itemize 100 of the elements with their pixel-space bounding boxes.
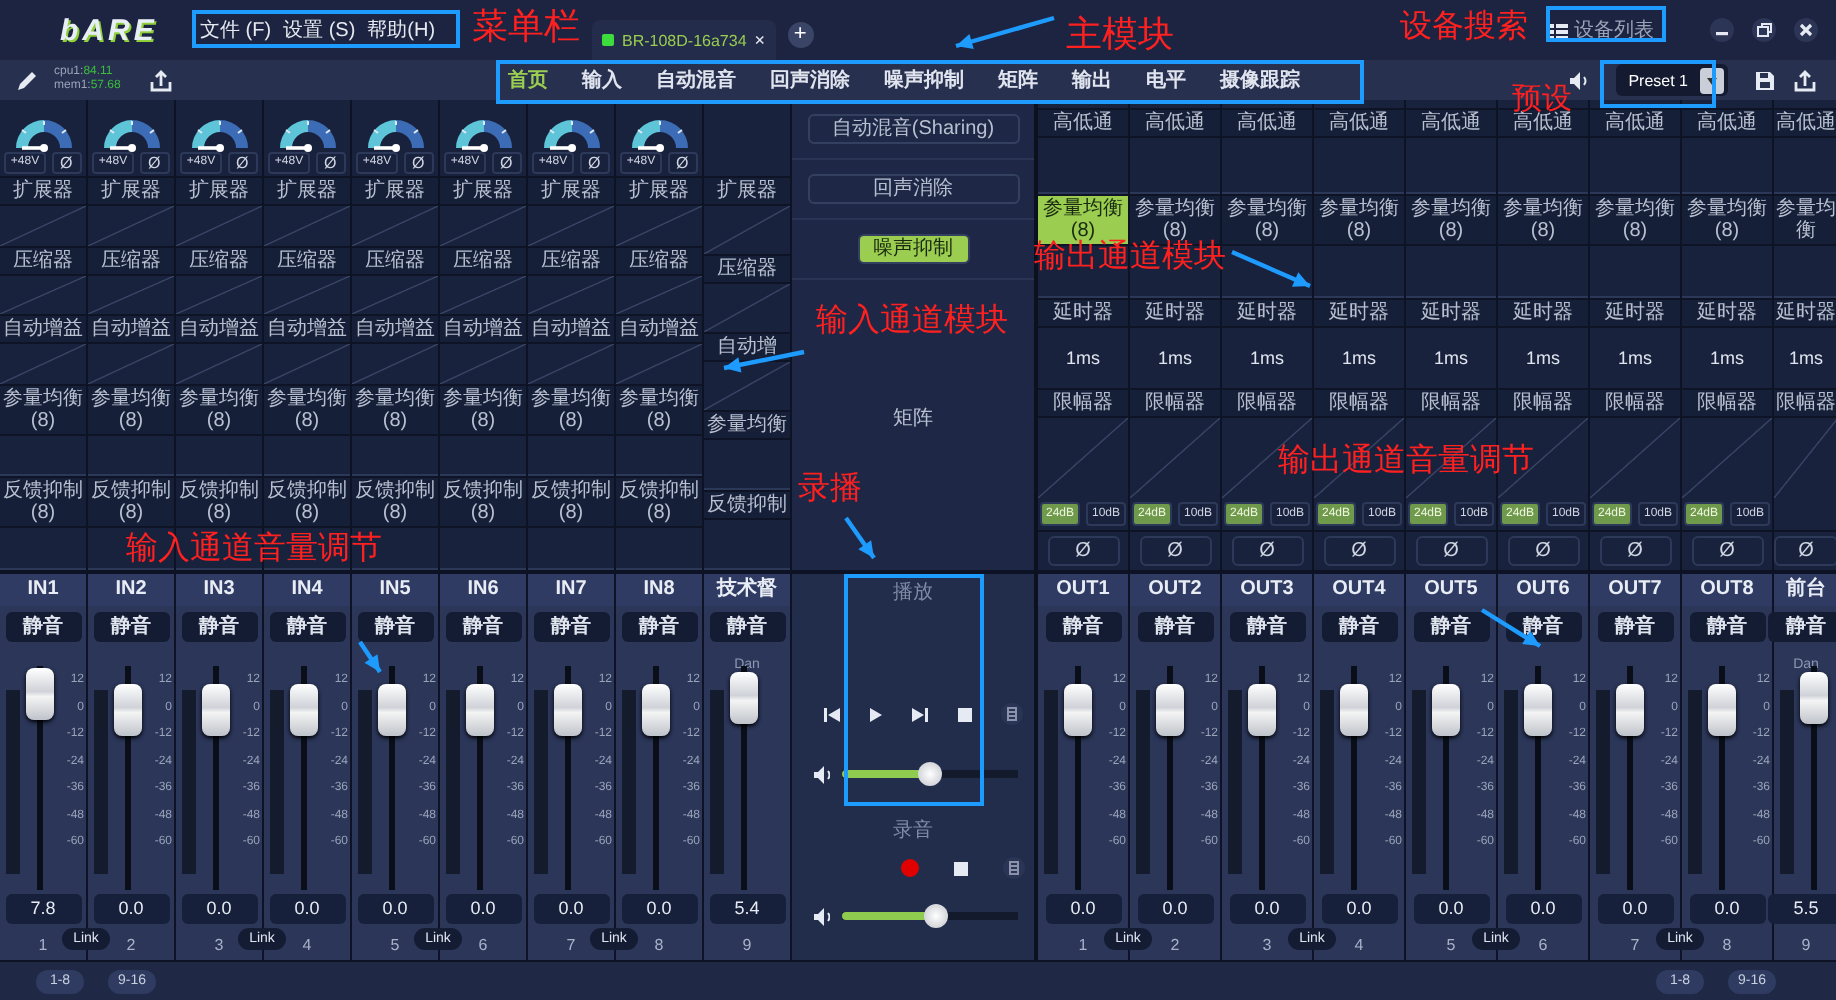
gain-value[interactable]: 0.0 — [269, 894, 345, 924]
module-label[interactable]: 参量均衡(8) — [88, 383, 174, 436]
device-list-button[interactable]: 设备列表 — [1542, 12, 1662, 48]
nav-tab[interactable]: 回声消除 — [770, 66, 850, 94]
mute-button[interactable]: 静音 — [1597, 612, 1673, 642]
gain-value[interactable]: 0.0 — [1137, 894, 1213, 924]
record-icon[interactable] — [900, 858, 920, 878]
fader-track[interactable] — [1798, 666, 1830, 890]
module-label[interactable]: 反馈抑制(8) — [352, 476, 438, 529]
module-label[interactable]: 参量均衡(8) — [440, 383, 526, 436]
module-label[interactable]: 限幅器 — [1130, 388, 1220, 418]
fader-knob[interactable] — [378, 683, 406, 736]
module-label[interactable]: 延时器 — [1498, 298, 1588, 328]
module-label[interactable]: 参量均衡(8) — [264, 383, 350, 436]
delay-value[interactable]: 1ms — [1314, 328, 1404, 388]
delay-value[interactable]: 1ms — [1774, 328, 1836, 388]
pencil-icon[interactable] — [16, 69, 38, 91]
next-icon[interactable] — [912, 705, 930, 723]
gain-value[interactable]: 0.0 — [1045, 894, 1121, 924]
module-label[interactable]: 压缩器 — [176, 245, 262, 276]
mute-button[interactable]: 静音 — [1045, 612, 1121, 642]
fader-knob[interactable] — [1340, 683, 1368, 736]
module-label[interactable]: 扩展器 — [616, 176, 702, 206]
speaker-icon[interactable] — [812, 763, 830, 785]
gain-value[interactable]: 0.0 — [621, 894, 697, 924]
mute-button[interactable]: 静音 — [709, 612, 785, 642]
module-label[interactable]: 反馈抑制(8) — [176, 476, 262, 529]
phase-button[interactable]: Ø — [579, 152, 610, 174]
module-label[interactable]: 参量均衡(8) — [352, 383, 438, 436]
phase-button[interactable]: Ø — [1047, 536, 1119, 566]
module-label[interactable]: 参量均衡(8) — [616, 383, 702, 436]
fader-knob[interactable] — [26, 667, 54, 720]
fader-knob[interactable] — [1064, 683, 1092, 736]
nav-tab[interactable]: 摄像跟踪 — [1220, 66, 1300, 94]
fader-knob[interactable] — [114, 683, 142, 736]
module-label[interactable]: 自动增益 — [88, 314, 174, 345]
phase-button[interactable]: Ø — [227, 152, 258, 174]
module-label[interactable]: 高低通 — [1590, 108, 1680, 138]
nav-tab[interactable]: 矩阵 — [998, 66, 1038, 94]
module-label[interactable]: 反馈抑制(8) — [616, 476, 702, 529]
fader-knob[interactable] — [1800, 672, 1828, 725]
gain-value[interactable]: 0.0 — [1321, 894, 1397, 924]
module-label[interactable]: 自动增益 — [440, 314, 526, 345]
phase-button[interactable]: Ø — [403, 152, 434, 174]
eq-button[interactable]: 参量均衡(8) — [1682, 194, 1772, 246]
module-label[interactable]: 参量均衡(8) — [0, 383, 86, 436]
module-label[interactable]: 自动增益 — [528, 314, 614, 345]
fader-knob[interactable] — [1156, 683, 1184, 736]
module-label[interactable]: 限幅器 — [1682, 388, 1772, 418]
module-label[interactable]: 参量均衡 — [704, 410, 790, 440]
module-label[interactable]: 高低通 — [1314, 108, 1404, 138]
menu-item[interactable]: 帮助(H) — [367, 16, 436, 44]
fader-knob[interactable] — [642, 683, 670, 736]
save-icon[interactable] — [1754, 69, 1776, 91]
gain-value[interactable]: 0.0 — [1413, 894, 1489, 924]
fader-knob[interactable] — [1248, 683, 1276, 736]
module-label[interactable]: 参量均衡(8) — [528, 383, 614, 436]
phase-button[interactable]: Ø — [1139, 536, 1211, 566]
gain-value[interactable]: 0.0 — [1229, 894, 1305, 924]
fader-knob[interactable] — [1616, 683, 1644, 736]
mute-button[interactable]: 静音 — [1321, 612, 1397, 642]
delay-value[interactable]: 1ms — [1038, 328, 1128, 388]
module-button[interactable]: 噪声抑制 — [857, 234, 969, 264]
gain-value[interactable]: 0.0 — [181, 894, 257, 924]
module-label[interactable]: 高低通 — [1406, 108, 1496, 138]
gain-value[interactable]: 0.0 — [1689, 894, 1765, 924]
module-label[interactable]: 压缩器 — [88, 245, 174, 276]
module-label[interactable]: 压缩器 — [0, 245, 86, 276]
module-label[interactable]: 压缩器 — [352, 245, 438, 276]
mute-button[interactable]: 静音 — [269, 612, 345, 642]
file-icon[interactable] — [1002, 856, 1026, 880]
module-label[interactable]: 压缩器 — [264, 245, 350, 276]
nav-tab[interactable]: 输出 — [1072, 66, 1112, 94]
menu-item[interactable]: 设置 (S) — [283, 16, 356, 44]
phase-button[interactable]: Ø — [667, 152, 698, 174]
gain-value[interactable]: 0.0 — [445, 894, 521, 924]
fader-knob[interactable] — [1708, 683, 1736, 736]
nav-tab[interactable]: 噪声抑制 — [884, 66, 964, 94]
delay-value[interactable]: 1ms — [1590, 328, 1680, 388]
fader-track[interactable] — [24, 666, 56, 890]
module-label[interactable]: 参量均衡(8) — [176, 383, 262, 436]
module-label[interactable]: 延时器 — [1590, 298, 1680, 328]
fader-knob[interactable] — [290, 683, 318, 736]
module-label[interactable]: 延时器 — [1682, 298, 1772, 328]
gain-value[interactable]: 5.4 — [709, 894, 785, 924]
mute-button[interactable]: 静音 — [5, 612, 81, 642]
module-label[interactable]: 反馈抑制(8) — [528, 476, 614, 529]
minimize-icon[interactable] — [1710, 18, 1734, 42]
module-label[interactable]: 扩展器 — [704, 176, 790, 206]
module-label[interactable]: 限幅器 — [1038, 388, 1128, 418]
gain-value[interactable]: 0.0 — [357, 894, 433, 924]
preset-dropdown[interactable]: Preset 1 — [1616, 64, 1728, 96]
fader-knob[interactable] — [730, 672, 758, 725]
mute-button[interactable]: 静音 — [621, 612, 697, 642]
eq-button[interactable]: 参量均衡 — [1774, 194, 1836, 246]
nav-tab[interactable]: 电平 — [1146, 66, 1186, 94]
previous-icon[interactable] — [824, 705, 842, 723]
phase-button[interactable]: Ø — [51, 152, 82, 174]
phase-button[interactable]: Ø — [1415, 536, 1487, 566]
fader-knob[interactable] — [202, 683, 230, 736]
